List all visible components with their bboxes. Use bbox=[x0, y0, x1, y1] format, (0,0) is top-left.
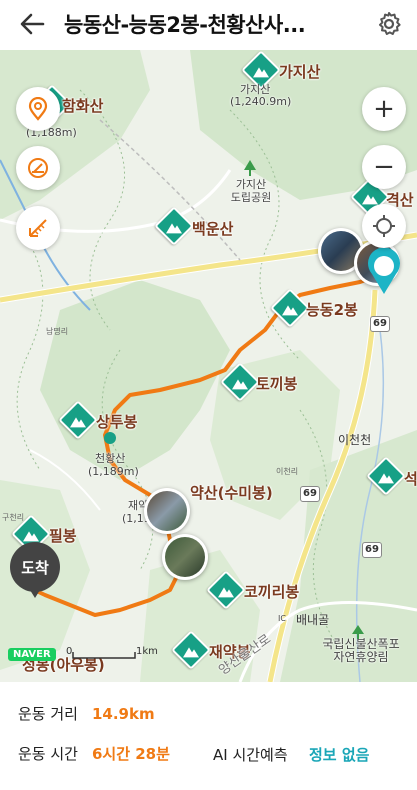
place-baenaegol: 배내골 bbox=[296, 613, 330, 627]
scale-bar bbox=[72, 652, 136, 659]
ruler-button[interactable] bbox=[16, 206, 60, 250]
time-label: 운동 시간 bbox=[18, 745, 78, 763]
top-bar: 능동산-능동2봉-천황산사... bbox=[0, 0, 417, 50]
peak-label-baegunsan: 백운산 bbox=[192, 220, 234, 238]
road-number-69-mid: 69 bbox=[300, 486, 320, 502]
place-ic: IC bbox=[278, 614, 286, 623]
ai-time-label: AI 시간예측 bbox=[213, 746, 288, 764]
ai-time-value: 정보 없음 bbox=[309, 746, 370, 764]
place-icheonri: 이천리 bbox=[276, 467, 299, 476]
road-number-69-bottom: 69 bbox=[362, 542, 382, 558]
peak-label-gajisan: 가지산 bbox=[279, 63, 321, 81]
forest-icon bbox=[352, 624, 364, 639]
workout-summary: 운동 거리 14.9km 운동 시간 6시간 28분 bbox=[0, 682, 417, 790]
scale-end-label: 1km bbox=[136, 646, 158, 657]
photo-marker-4[interactable] bbox=[162, 534, 208, 580]
place-waterfall: 국립신불산폭포 자연휴양림 bbox=[322, 637, 400, 664]
gear-icon bbox=[379, 12, 401, 35]
start-marker[interactable] bbox=[366, 247, 402, 296]
photo-marker-3[interactable] bbox=[144, 488, 190, 534]
compass-icon bbox=[28, 158, 48, 178]
zoom-out-button[interactable]: − bbox=[362, 145, 406, 189]
location-button[interactable] bbox=[16, 87, 60, 131]
distance-label: 운동 거리 bbox=[18, 705, 78, 723]
zoom-in-button[interactable]: + bbox=[362, 87, 406, 131]
place-gaji-park: 가지산 도립공원 bbox=[230, 178, 272, 204]
peak-label-sangtubong: 상투봉 bbox=[96, 413, 138, 431]
peak-label-hamhwasan: 함화산 bbox=[62, 97, 104, 115]
distance-row: 운동 거리 14.9km bbox=[18, 703, 155, 724]
cheonhwangsan-peak-icon bbox=[104, 432, 116, 444]
peak-sublabel-cheonhwangsan: 천황산 bbox=[95, 452, 126, 465]
place-icheoncheon: 이천천 bbox=[338, 433, 372, 447]
crosshair-icon bbox=[373, 215, 395, 237]
place-gucheonri: 구천리 bbox=[2, 513, 25, 522]
naver-logo: NAVER bbox=[8, 648, 56, 661]
peak-label-neungdong2: 능동2봉 bbox=[306, 301, 358, 319]
settings-button[interactable] bbox=[373, 8, 405, 40]
peak-label-tokkibong: 토끼봉 bbox=[256, 375, 298, 393]
road-number-69-top: 69 bbox=[370, 316, 390, 332]
arrive-marker-tail bbox=[25, 582, 45, 598]
time-row: 운동 시간 6시간 28분 bbox=[18, 743, 170, 764]
peak-label-kokkiribong: 코끼리봉 bbox=[244, 583, 300, 601]
map-view[interactable]: 가지산 가지산 (1,240.9m) 함화산 (1,188m) 백운산 격산 능… bbox=[0, 50, 417, 682]
back-button[interactable] bbox=[14, 8, 50, 40]
location-pin-icon bbox=[28, 97, 48, 121]
distance-value: 14.9km bbox=[91, 704, 155, 723]
place-nammyeong: 남명리 bbox=[46, 327, 69, 336]
peak-elevation-cheonhwangsan: (1,189m) bbox=[88, 465, 139, 478]
compass-button[interactable] bbox=[16, 146, 60, 190]
page-title: 능동산-능동2봉-천황산사... bbox=[64, 13, 306, 37]
park-icon bbox=[244, 160, 256, 176]
peak-label-jaeyaksan: 약산(수미봉) bbox=[190, 484, 273, 502]
ruler-icon bbox=[29, 219, 47, 237]
peak-elevation-gajisan: (1,240.9m) bbox=[230, 95, 292, 108]
peak-label-pilbong: 필봉 bbox=[49, 527, 77, 545]
gps-button[interactable] bbox=[362, 204, 406, 248]
back-arrow-icon bbox=[20, 13, 45, 35]
peak-label-seok: 석 bbox=[404, 470, 417, 488]
time-value: 6시간 28분 bbox=[91, 745, 170, 763]
